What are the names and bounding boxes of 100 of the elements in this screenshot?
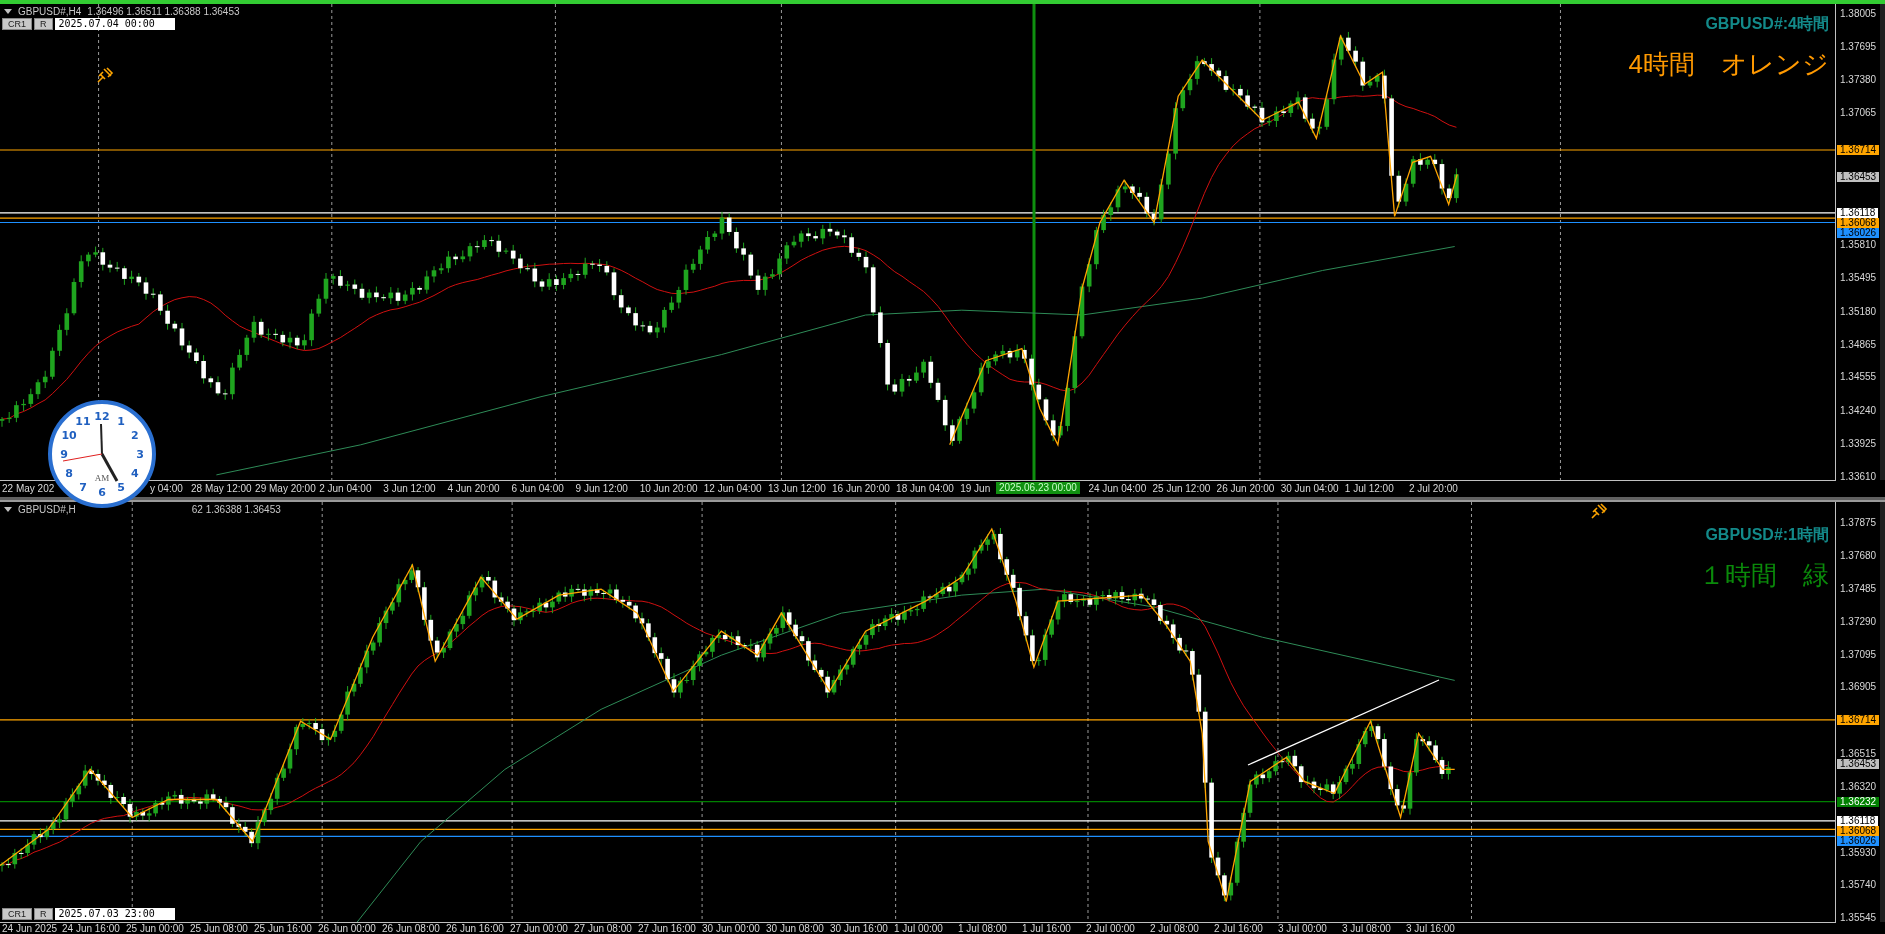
date-time-field[interactable]: 2025.07.03 23:00 [54,908,175,920]
time-axis-label: 30 Jun 16:00 [830,923,888,934]
price-tag: 1.36026 [1837,227,1880,238]
time-axis-label: 26 Jun 00:00 [318,923,376,934]
price-axis-label: 1.35930 [1840,846,1877,859]
price-axis-label: 1.35810 [1840,239,1877,252]
time-axis-label: 2 Jul 08:00 [1150,923,1199,934]
time-axis-label: 27 Jun 08:00 [574,923,632,934]
chart-header-text: GBPUSD#,H [18,504,76,515]
cursor-time-label: 2025.06.23 00:00 [996,482,1080,494]
time-axis-label: 2 Jun 04:00 [319,483,372,494]
time-axis-label: 3 Jul 08:00 [1342,923,1391,934]
time-axis-label: 12 Jun 04:00 [703,483,762,494]
clock-number: 4 [131,467,139,480]
price-axis-label: 1.37290 [1840,616,1877,629]
time-axis-label: 22 May 202 [2,483,55,494]
price-axis-label: 1.37875 [1840,517,1877,529]
toolbar-button[interactable]: R [34,908,53,920]
clock-number: 11 [75,415,91,429]
time-axis-label: 24 Jun 2025 [2,923,58,934]
time-axis-label: 30 Jun 00:00 [702,923,760,934]
price-axis-label: 1.34555 [1840,371,1877,384]
clock-number: 6 [98,486,106,499]
clock-number: 9 [60,448,68,461]
clock-number: 2 [131,429,139,442]
time-axis-label: 26 Jun 20:00 [1216,483,1275,494]
chart-caption: 4時間 オレンジ [1628,48,1829,81]
price-axis-label: 1.36320 [1840,780,1877,793]
time-axis-label: 19 Jun [960,483,991,494]
price-tag: 1.36118 [1837,207,1879,218]
chart-caption: １時間 緑 [1699,559,1829,592]
time-axis-label: 10 Jun 20:00 [639,483,698,494]
price-tag: 1.36453 [1837,172,1880,183]
time-axis-label: 1 Jul 16:00 [1022,923,1071,934]
price-axis-label: 1.38005 [1840,8,1877,20]
date-time-field[interactable]: 2025.07.04 00:00 [54,18,175,30]
price-tag: 1.36714 [1837,145,1880,155]
toolbar-button[interactable]: CR1 [2,18,32,30]
chart-header-text: 62 1.36388 1.36453 [191,504,281,515]
time-axis-label: 30 Jun 04:00 [1280,483,1339,494]
time-axis-label: 30 Jun 08:00 [766,923,824,934]
time-axis-label: 13 Jun 12:00 [767,483,826,494]
price-axis-label: 1.35180 [1840,305,1877,318]
price-tag: 1.36026 [1837,835,1880,846]
time-axis-label: 29 May 20:00 [255,483,316,494]
time-axis-label: y 04:00 [150,483,183,494]
clock-number: 12 [94,410,110,423]
time-axis-label: 6 Jun 04:00 [511,483,564,494]
price-axis-label: 1.33925 [1840,437,1877,450]
time-axis-label: 25 Jun 00:00 [126,923,184,934]
clock-number: 1 [117,415,125,429]
time-axis-label: 1 Jul 08:00 [958,923,1007,934]
time-axis-label: 16 Jun 20:00 [832,483,890,494]
price-axis-label: 1.37695 [1840,40,1877,53]
price-tag: 1.36453 [1837,759,1880,770]
time-axis-label: 3 Jul 00:00 [1278,923,1327,934]
chart-header-text: GBPUSD#,H4 [18,6,82,17]
price-axis-label: 1.33610 [1840,471,1877,483]
time-axis-label: 3 Jul 16:00 [1406,923,1455,934]
price-tag: 1.36068 [1837,217,1880,228]
time-axis-label: 2 Jul 00:00 [1086,923,1135,934]
price-axis-label: 1.37095 [1840,649,1877,662]
time-axis-label: 25 Jun 12:00 [1152,483,1211,494]
chart-title: GBPUSD#:4時間 [1705,14,1829,34]
clock-number: 8 [65,467,73,480]
price-axis-label: 1.35740 [1840,878,1877,891]
time-axis-label: 25 Jun 08:00 [190,923,248,934]
time-axis-label: 9 Jun 12:00 [575,483,628,494]
time-axis-label: 27 Jun 00:00 [510,923,568,934]
price-axis-label: 1.37380 [1840,73,1877,86]
time-axis-label: 28 May 12:00 [191,483,252,494]
price-tag: 1.36068 [1837,825,1880,836]
price-axis-label: 1.36515 [1840,747,1877,759]
time-axis-label: 24 Jun 04:00 [1088,483,1147,494]
price-axis-label: 1.37485 [1840,583,1877,596]
time-axis-label: 25 Jun 16:00 [254,923,312,934]
chart-header-text: 1.36496 1.36511 1.36388 1.36453 [87,6,240,17]
toolbar-button[interactable]: CR1 [2,908,32,920]
clock-number: 5 [117,480,125,494]
time-axis-label: 2 Jul 20:00 [1408,483,1458,494]
price-axis-label: 1.36905 [1840,681,1877,694]
time-axis-label: 26 Jun 16:00 [446,923,504,934]
time-axis-label: 1 Jul 00:00 [894,923,943,934]
time-axis-label: 2 Jul 16:00 [1214,923,1263,934]
price-axis-label: 1.35495 [1840,272,1877,285]
clock-period: AM [94,473,110,483]
time-axis-label: 24 Jun 16:00 [62,923,120,934]
price-axis-label: 1.35545 [1840,912,1877,924]
clock-number: 7 [79,480,87,494]
price-axis-label: 1.37680 [1840,550,1877,563]
price-tag: 1.36232 [1837,796,1880,807]
time-axis-label: 26 Jun 08:00 [382,923,440,934]
price-axis-label: 1.34865 [1840,338,1877,351]
price-axis-label: 1.34240 [1840,404,1877,417]
time-axis-label: 1 Jul 12:00 [1344,483,1394,494]
price-tag: 1.36118 [1837,815,1879,826]
clock-number: 3 [136,448,144,461]
time-axis-label: 4 Jun 20:00 [447,483,500,494]
price-tag: 1.36714 [1837,714,1880,725]
toolbar-button[interactable]: R [34,18,53,30]
